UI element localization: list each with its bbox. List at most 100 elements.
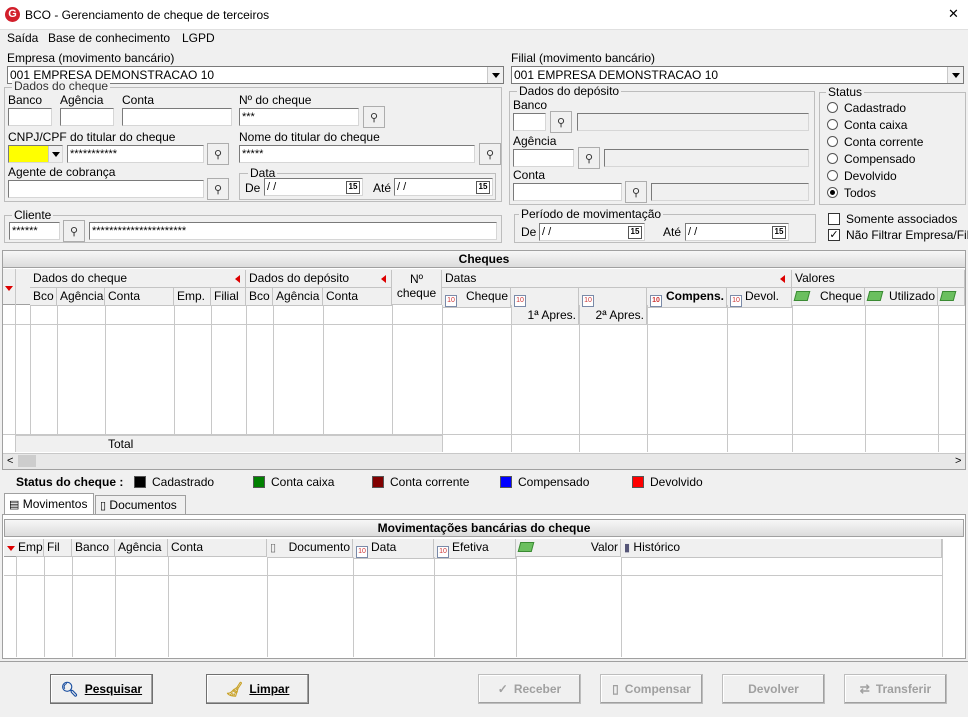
search-binoculars-icon[interactable]: ⚲ xyxy=(550,111,572,133)
mov-col-banco[interactable]: Banco xyxy=(72,539,115,557)
filial-select[interactable]: 001 EMPRESA DEMONSTRACAO 10 xyxy=(511,66,964,84)
calendar-icon[interactable]: 15 xyxy=(628,226,642,239)
status-option-label: Devolvido xyxy=(844,169,897,183)
col-bco[interactable]: Bco xyxy=(30,288,57,306)
tab-label: Movimentos xyxy=(22,497,88,511)
pesquisar-button[interactable]: 🔍︎ Pesquisar xyxy=(50,674,153,704)
calendar-icon: 10 xyxy=(650,295,662,307)
legend-text: Cadastrado xyxy=(152,475,215,489)
mov-col-fil[interactable]: Fil xyxy=(44,539,72,557)
document-icon: ▯ xyxy=(612,682,619,696)
search-binoculars-icon[interactable]: ⚲ xyxy=(207,178,229,200)
col-dep-agencia[interactable]: Agência xyxy=(273,288,323,306)
col-valor-cheque[interactable]: Cheque xyxy=(792,288,865,306)
somente-associados-checkbox[interactable] xyxy=(828,213,840,225)
cliente-name-input[interactable]: ********************** xyxy=(89,222,497,240)
status-devolvido-radio[interactable] xyxy=(827,170,838,181)
col-data-compens[interactable]: 10 Compens. xyxy=(647,288,727,308)
cheques-h-scrollbar[interactable] xyxy=(3,453,965,469)
data-de-input[interactable]: / / 15 xyxy=(264,178,363,196)
limpar-button[interactable]: 🧹︎ Limpar xyxy=(206,674,309,704)
col-emp[interactable]: Emp. xyxy=(174,288,211,306)
cnpj-type-select[interactable] xyxy=(8,145,63,163)
col-agencia[interactable]: Agência xyxy=(57,288,105,306)
receber-button[interactable]: ✓ Receber xyxy=(478,674,581,704)
search-binoculars-icon[interactable]: ⚲ xyxy=(207,143,229,165)
col-data-devol[interactable]: 10 Devol. xyxy=(727,288,792,308)
conta-input[interactable] xyxy=(122,108,232,126)
cnpj-input[interactable]: *********** xyxy=(67,145,204,163)
deposito-agencia-input[interactable] xyxy=(513,149,574,167)
col-data-1apres[interactable]: 10 1ª Apres. xyxy=(511,288,579,325)
mov-col-data[interactable]: 10 Data xyxy=(353,539,434,559)
status-conta-corrente-radio[interactable] xyxy=(827,136,838,147)
tab-documentos[interactable]: ▯ Documentos xyxy=(95,495,186,515)
agencia-input[interactable] xyxy=(60,108,114,126)
banco-input[interactable] xyxy=(8,108,52,126)
col-conta[interactable]: Conta xyxy=(105,288,174,306)
document-icon: ▯ xyxy=(270,542,277,554)
status-conta-caixa-radio[interactable] xyxy=(827,119,838,130)
mov-col-valor[interactable]: Valor xyxy=(516,539,621,557)
app-logo-icon: G xyxy=(5,7,20,22)
mov-col-historico[interactable]: ▮ Histórico xyxy=(621,539,942,558)
chevron-down-icon[interactable] xyxy=(487,67,503,83)
chevron-down-icon[interactable] xyxy=(947,67,963,83)
col-label: Data xyxy=(371,540,397,554)
data-ate-input[interactable]: / / 15 xyxy=(394,178,493,196)
mov-col-agencia[interactable]: Agência xyxy=(115,539,168,557)
nome-titular-input[interactable]: ***** xyxy=(239,145,475,163)
calendar-icon: 10 xyxy=(514,295,526,307)
banco-label: Banco xyxy=(8,93,43,107)
calendar-icon[interactable]: 15 xyxy=(346,181,360,194)
scroll-left-icon[interactable]: < xyxy=(7,454,13,468)
col-filial[interactable]: Filial xyxy=(211,288,246,306)
collapse-icon[interactable] xyxy=(381,275,386,283)
calendar-icon[interactable]: 15 xyxy=(476,181,490,194)
col-data-cheque[interactable]: 10 Cheque xyxy=(442,288,511,308)
nao-filtrar-checkbox[interactable]: ✓ xyxy=(828,229,840,241)
scroll-right-icon[interactable]: > xyxy=(955,454,961,468)
menu-item-lgpd[interactable]: LGPD xyxy=(182,31,215,45)
status-option-label: Todos xyxy=(844,186,877,200)
search-binoculars-icon[interactable]: ⚲ xyxy=(625,181,647,203)
button-label: Pesquisar xyxy=(84,682,143,696)
search-binoculars-icon[interactable]: ⚲ xyxy=(578,147,600,169)
menu-item-saida[interactable]: Saída xyxy=(7,31,38,45)
search-binoculars-icon[interactable]: ⚲ xyxy=(479,143,501,165)
deposito-banco-input[interactable] xyxy=(513,113,546,131)
collapse-icon[interactable] xyxy=(235,275,240,283)
compensar-button[interactable]: ▯ Compensar xyxy=(600,674,703,704)
col-data-2apres[interactable]: 10 2ª Apres. xyxy=(579,288,647,325)
scroll-thumb[interactable] xyxy=(18,455,36,467)
col-valor-utilizado[interactable]: Utilizado xyxy=(865,288,938,306)
mov-col-conta[interactable]: Conta xyxy=(168,539,267,557)
col-dep-conta[interactable]: Conta xyxy=(323,288,392,306)
chevron-down-icon[interactable] xyxy=(48,146,62,162)
periodo-de-input[interactable]: / / 15 xyxy=(539,223,645,241)
devolver-button[interactable]: Devolver xyxy=(722,674,825,704)
transfer-icon: ⇄ xyxy=(859,682,870,696)
mov-col-emp[interactable]: Emp xyxy=(16,539,44,557)
status-cadastrado-radio[interactable] xyxy=(827,102,838,113)
menu-item-base-conhecimento[interactable]: Base de conhecimento xyxy=(48,31,170,45)
numero-cheque-input[interactable]: *** xyxy=(239,108,359,126)
col-valor-more[interactable] xyxy=(938,288,965,306)
cliente-code-input[interactable]: ****** xyxy=(9,222,60,240)
periodo-ate-input[interactable]: / / 15 xyxy=(685,223,789,241)
collapse-icon[interactable] xyxy=(780,275,785,283)
mov-col-documento[interactable]: ▯ Documento xyxy=(267,539,353,558)
search-binoculars-icon[interactable]: ⚲ xyxy=(63,220,85,242)
transferir-button[interactable]: ⇄ Transferir xyxy=(844,674,947,704)
status-todos-radio[interactable] xyxy=(827,187,838,198)
mov-col-efetiva[interactable]: 10 Efetiva xyxy=(434,539,516,559)
tab-movimentos[interactable]: ▤ Movimentos xyxy=(4,493,94,515)
col-dep-bco[interactable]: Bco xyxy=(246,288,273,306)
search-binoculars-icon[interactable]: ⚲ xyxy=(363,106,385,128)
agente-cobranca-input[interactable] xyxy=(8,180,204,198)
status-compensado-radio[interactable] xyxy=(827,153,838,164)
deposito-conta-input[interactable] xyxy=(513,183,622,201)
sort-indicator-icon xyxy=(7,546,15,551)
close-icon[interactable]: ✕ xyxy=(948,7,959,21)
calendar-icon[interactable]: 15 xyxy=(772,226,786,239)
